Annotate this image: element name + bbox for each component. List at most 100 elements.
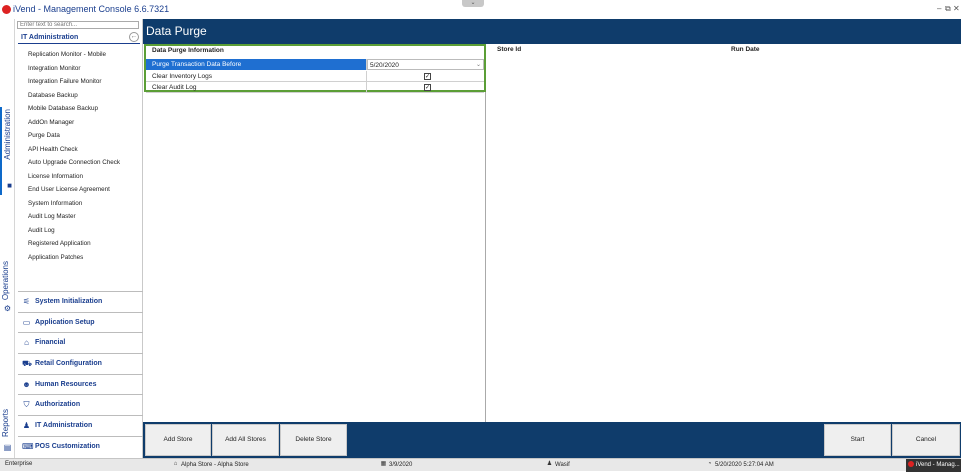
shield-icon: ⛉ [23,400,30,410]
status-company: Enterprise [5,461,33,467]
purge-before-date-input[interactable]: 5/20/2020 ⌄ [367,59,484,70]
sidebar-item-integration-monitor[interactable]: Integration Monitor [28,62,140,76]
status-bar: Enterprise ⌂ Alpha Store - Alpha Store ▦ 3… [0,458,961,472]
side-tab-reports[interactable]: Reports ▤ [0,407,15,455]
sidebar-item-database-backup[interactable]: Database Backup [28,89,140,103]
clear-inventory-row: Clear Inventory Logs ✓ [146,71,484,82]
start-button[interactable]: Start [824,424,891,456]
sidebar-item-license-information[interactable]: License Information [28,170,140,184]
group-application-setup[interactable]: ▭ Application Setup [18,311,143,333]
group-it-administration[interactable]: ♟ IT Administration [18,415,143,436]
calendar-icon: ▦ [380,461,387,467]
group-financial[interactable]: ⌂ Financial [18,332,143,353]
clear-audit-label: Clear Audit Log [146,82,367,93]
stores-table: Store Id Run Date [487,44,961,422]
sidebar-item-mobile-database-backup[interactable]: Mobile Database Backup [28,102,140,116]
bank-icon: ⌂ [24,338,29,348]
collapse-handle-icon[interactable]: ⌄ [462,0,484,7]
gear-icon: ⚙ [3,304,12,313]
store-icon: ⌂ [173,461,178,467]
user-icon: ♟ [22,421,31,431]
purge-info-grid: Data Purge Information Purge Transaction… [144,44,486,93]
clear-audit-checkbox[interactable]: ✓ [424,84,431,91]
add-all-stores-button[interactable]: Add All Stores [212,424,279,456]
app-logo-icon [2,5,11,14]
sidebar-item-registered-application[interactable]: Registered Application [28,237,140,251]
column-header-run-date[interactable]: Run Date [731,46,760,53]
status-store: ⌂ Alpha Store - Alpha Store [172,461,249,468]
cancel-button[interactable]: Cancel [892,424,960,456]
sidebar-item-addon-manager[interactable]: AddOn Manager [28,116,140,130]
sidebar-item-purge-data[interactable]: Purge Data [28,129,140,143]
taskbar-label: iVend - Manag... [916,462,960,468]
group-authorization[interactable]: ⛉ Authorization [18,394,143,415]
window-title: iVend - Management Console 6.6.7321 [13,4,170,14]
module-groups: ⚟ System Initialization ▭ Application Se… [18,291,143,457]
sidebar-menu: Replication Monitor - Mobile Integration… [28,48,140,264]
group-label: IT Administration [35,422,93,430]
minimize-button[interactable]: – [937,4,941,13]
group-label: Authorization [35,401,81,409]
user-icon: ♟ [546,461,553,467]
clear-audit-cell: ✓ [367,82,484,93]
sidebar-item-integration-failure-monitor[interactable]: Integration Failure Monitor [28,75,140,89]
status-datetime: ◔ 5/20/2020 5:27:04 AM [706,461,774,468]
purge-before-label: Purge Transaction Data Before [146,59,367,70]
page-header: Data Purge [143,19,961,44]
cart-icon: ⛟ [22,359,33,369]
restore-button[interactable]: ⧉ [945,4,951,14]
purge-info-panel: Data Purge Information Purge Transaction… [144,44,486,422]
taskbar-app-button[interactable]: iVend - Manag... [906,459,961,472]
sidebar-item-api-health-check[interactable]: API Health Check [28,143,140,157]
sidebar-item-replication-monitor-mobile[interactable]: Replication Monitor - Mobile [28,48,140,62]
close-button[interactable]: ✕ [953,4,960,13]
admin-icon: ■ [7,181,12,190]
status-datetime-text: 5/20/2020 5:27:04 AM [715,462,774,469]
window-icon: ▭ [22,317,31,327]
group-retail-configuration[interactable]: ⛟ Retail Configuration [18,353,143,374]
status-date-text: 3/9/2020 [389,462,413,469]
grid-header: Data Purge Information [152,47,224,54]
sidebar: IT Administration ← Replication Monitor … [15,19,143,458]
sidebar-item-application-patches[interactable]: Application Patches [28,251,140,265]
reports-icon: ▤ [3,443,12,452]
search-input[interactable] [17,21,139,29]
sidebar-item-end-user-license-agreement[interactable]: End User License Agreement [28,183,140,197]
purge-before-row[interactable]: Purge Transaction Data Before 5/20/2020 … [146,59,484,70]
status-user-text: Wasif [555,462,570,469]
clear-inventory-label: Clear Inventory Logs [146,71,367,82]
back-arrow-icon[interactable]: ← [129,32,139,42]
keyboard-icon: ⌨ [22,441,34,451]
delete-store-button[interactable]: Delete Store [280,424,347,456]
title-bar: iVend - Management Console 6.6.7321 ⌄ – … [0,0,961,19]
side-tab-label: Administration [3,109,12,160]
sidebar-item-audit-log-master[interactable]: Audit Log Master [28,210,140,224]
group-label: Human Resources [35,380,97,388]
action-bar: Add Store Add All Stores Delete Store St… [143,422,961,458]
group-pos-customization[interactable]: ⌨ POS Customization [18,435,143,457]
group-label: POS Customization [35,442,100,450]
purge-before-value: 5/20/2020 [370,62,399,69]
section-header: IT Administration ← [18,32,140,44]
sidebar-item-audit-log[interactable]: Audit Log [28,224,140,238]
sliders-icon: ⚟ [22,297,31,306]
clear-inventory-checkbox[interactable]: ✓ [424,73,431,80]
add-store-button[interactable]: Add Store [145,424,211,456]
clear-inventory-cell: ✓ [367,71,484,82]
column-header-store-id[interactable]: Store Id [497,46,521,53]
sidebar-item-system-information[interactable]: System Information [28,197,140,211]
side-tabs: Administration ■ Operations ⚙ Reports ▤ [0,19,15,458]
group-system-initialization[interactable]: ⚟ System Initialization [18,291,143,312]
section-title: IT Administration [21,34,79,41]
group-label: Financial [35,339,66,347]
side-tab-administration[interactable]: Administration ■ [0,107,15,195]
sidebar-item-auto-upgrade-connection-check[interactable]: Auto Upgrade Connection Check [28,156,140,170]
app-logo-icon [908,461,914,468]
group-human-resources[interactable]: ☻ Human Resources [18,373,143,395]
side-tab-operations[interactable]: Operations ⚙ [0,259,15,317]
clock-icon: ◔ [707,461,712,467]
chevron-down-icon[interactable]: ⌄ [476,60,481,71]
side-tab-label: Reports [1,409,10,438]
status-date: ▦ 3/9/2020 [380,461,413,469]
clear-audit-row: Clear Audit Log ✓ [146,82,484,93]
